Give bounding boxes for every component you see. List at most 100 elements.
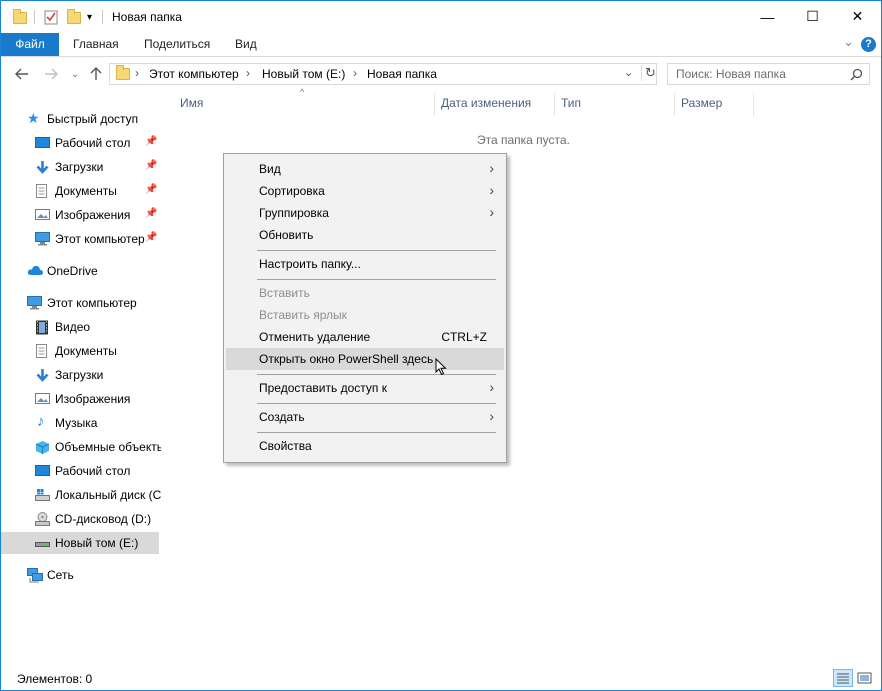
nav-pc-desktop[interactable]: Рабочий стол — [1, 460, 161, 482]
explorer-window: ▾ Новая папка — ☐ ✕ Файл Главная Поделит… — [0, 0, 882, 691]
nav-label: Этот компьютер — [47, 296, 137, 310]
pin-icon: 📌 — [145, 136, 158, 147]
nav-network[interactable]: Сеть — [1, 564, 161, 586]
search-input[interactable]: Поиск: Новая папка — [676, 67, 786, 81]
breadcrumb-volume-e[interactable]: Новый том (E:) — [262, 67, 345, 81]
menu-item-open-powershell[interactable]: Открыть окно PowerShell здесь — [226, 348, 504, 370]
pin-icon: 📌 — [145, 208, 158, 219]
details-view-button[interactable] — [833, 669, 853, 687]
properties-quick-icon[interactable] — [44, 9, 58, 26]
menu-label: Обновить — [259, 228, 314, 242]
column-header-size[interactable]: Размер — [681, 96, 722, 116]
large-icons-view-button[interactable] — [855, 669, 875, 687]
column-header-date[interactable]: Дата изменения — [441, 96, 531, 116]
nav-pc-volume-e[interactable]: Новый том (E:) — [1, 532, 159, 554]
maximize-button[interactable]: ☐ — [790, 1, 835, 32]
navigation-bar: ⌄ › Этот компьютер › Новый том (E:) › Но… — [1, 59, 881, 89]
expand-ribbon-icon[interactable]: ⌄ — [839, 30, 858, 53]
menu-item-share[interactable]: Предоставить доступ к › — [226, 377, 504, 399]
forward-arrow-icon — [45, 68, 58, 80]
help-icon[interactable]: ? — [861, 37, 876, 52]
menu-label: Создать — [259, 410, 305, 424]
nav-pc-pictures[interactable]: Изображения — [1, 388, 161, 410]
minimize-button[interactable]: — — [745, 1, 790, 32]
search-box[interactable]: Поиск: Новая папка — [667, 63, 870, 85]
refresh-icon[interactable]: ↻ — [641, 65, 656, 81]
menu-label: Предоставить доступ к — [259, 381, 387, 395]
menu-item-group[interactable]: Группировка › — [226, 202, 504, 224]
menu-item-paste[interactable]: Вставить — [226, 282, 504, 304]
nav-quick-pictures[interactable]: Изображения 📌 — [1, 204, 161, 226]
nav-quick-this-pc[interactable]: Этот компьютер 📌 — [1, 228, 161, 250]
pin-icon: 📌 — [145, 232, 158, 243]
nav-pc-downloads[interactable]: Загрузки — [1, 364, 161, 386]
customize-quick-access-icon[interactable]: ▾ — [87, 9, 92, 26]
menu-item-properties[interactable]: Свойства — [226, 435, 504, 457]
nav-pc-documents[interactable]: Документы — [1, 340, 161, 362]
column-header-type[interactable]: Тип — [561, 96, 581, 116]
menu-item-refresh[interactable]: Обновить — [226, 224, 504, 246]
close-button[interactable]: ✕ — [835, 1, 880, 32]
new-folder-quick-icon[interactable] — [67, 8, 81, 26]
tab-home[interactable]: Главная — [69, 33, 123, 56]
nav-quick-downloads[interactable]: Загрузки 📌 — [1, 156, 161, 178]
nav-label: Новый том (E:) — [55, 536, 139, 550]
menu-item-paste-shortcut[interactable]: Вставить ярлык — [226, 304, 504, 326]
context-menu: Вид › Сортировка › Группировка › Обновить Н… — [223, 153, 507, 463]
tab-view[interactable]: Вид — [231, 33, 261, 56]
nav-this-pc[interactable]: Этот компьютер — [1, 292, 161, 314]
column-header-name[interactable]: Имя — [180, 96, 203, 116]
download-icon — [35, 368, 50, 382]
submenu-arrow-icon: › — [489, 408, 494, 424]
menu-item-undo-delete[interactable]: Отменить удаление CTRL+Z — [226, 326, 504, 348]
cube-icon — [35, 440, 50, 454]
menu-item-sort[interactable]: Сортировка › — [226, 180, 504, 202]
details-view-icon — [837, 673, 849, 684]
menu-item-new[interactable]: Создать › — [226, 406, 504, 428]
nav-label: Рабочий стол — [55, 136, 131, 150]
nav-pc-videos[interactable]: Видео — [1, 316, 161, 338]
nav-quick-access[interactable]: ★ Быстрый доступ — [1, 108, 161, 130]
nav-pc-3d-objects[interactable]: Объемные объекты — [1, 436, 161, 458]
nav-onedrive[interactable]: OneDrive — [1, 260, 161, 282]
nav-label: Видео — [55, 320, 91, 334]
menu-item-customize-folder[interactable]: Настроить папку... — [226, 253, 504, 275]
nav-label: Рабочий стол — [55, 464, 131, 478]
back-button[interactable] — [12, 64, 32, 84]
nav-label: Документы — [55, 344, 117, 358]
nav-label: OneDrive — [47, 264, 98, 278]
breadcrumb-current-folder[interactable]: Новая папка — [367, 67, 437, 81]
nav-label: Музыка — [55, 416, 98, 430]
nav-pc-music[interactable]: ♪ Музыка — [1, 412, 161, 434]
submenu-arrow-icon: › — [489, 182, 494, 198]
maximize-icon: ☐ — [806, 8, 819, 24]
breadcrumb-separator[interactable]: › — [353, 66, 357, 80]
up-button[interactable] — [86, 64, 106, 84]
tab-share[interactable]: Поделиться — [140, 33, 214, 56]
back-arrow-icon — [15, 68, 28, 80]
menu-separator — [257, 374, 496, 375]
submenu-arrow-icon: › — [489, 379, 494, 395]
forward-button[interactable] — [41, 64, 61, 84]
folder-icon — [116, 65, 130, 80]
sort-ascending-icon: ^ — [300, 87, 305, 97]
nav-pc-cd-drive-d[interactable]: CD-дисковод (D:) — [1, 508, 161, 530]
breadcrumb-separator[interactable]: › — [246, 66, 250, 80]
address-dropdown-icon[interactable]: ⌄ — [624, 66, 633, 79]
document-icon — [35, 344, 50, 358]
nav-quick-desktop[interactable]: Рабочий стол 📌 — [1, 132, 161, 154]
video-icon — [35, 320, 50, 335]
breadcrumb-this-pc[interactable]: Этот компьютер — [149, 67, 239, 81]
breadcrumb-separator[interactable]: › — [135, 66, 139, 80]
tab-file[interactable]: Файл — [1, 33, 59, 56]
address-bar[interactable]: › Этот компьютер › Новый том (E:) › Нова… — [109, 63, 657, 85]
nav-quick-documents[interactable]: Документы 📌 — [1, 180, 161, 202]
menu-label: Вставить — [259, 286, 310, 300]
nav-label: Документы — [55, 184, 117, 198]
nav-pc-local-disk-c[interactable]: Локальный диск (C:) — [1, 484, 161, 506]
folder-icon — [13, 8, 27, 26]
network-icon — [27, 568, 43, 583]
menu-label: Группировка — [259, 206, 329, 220]
menu-item-view[interactable]: Вид › — [226, 158, 504, 180]
recent-locations-button[interactable]: ⌄ — [65, 64, 85, 84]
